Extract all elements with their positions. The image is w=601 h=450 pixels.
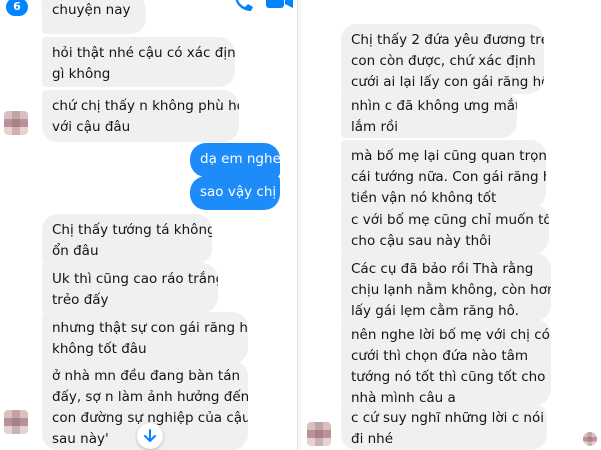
message-bubble: Các cụ đã bảo rồi Thà rằng chịu lạnh nằm…	[341, 253, 551, 321]
message-bubble: mà bố mẹ lại cũng quan trọng cái tướng n…	[341, 140, 546, 208]
contact-avatar	[4, 111, 28, 135]
unread-badge[interactable]: 6	[6, 0, 28, 16]
message-bubble: nhìn c đã không ưng mắt lắm rồi	[341, 90, 517, 138]
arrow-down-icon	[143, 429, 157, 443]
message-bubble-sent: dạ em nghe	[190, 143, 280, 177]
message-bubble: nhưng thật sự con gái răng hô không tốt …	[42, 312, 248, 364]
contact-avatar	[4, 410, 28, 434]
video-camera-icon[interactable]	[266, 0, 294, 10]
phone-icon[interactable]	[232, 0, 254, 12]
scroll-to-bottom-button[interactable]	[137, 423, 163, 449]
message-bubble: chuyện nay	[42, 0, 146, 34]
message-bubble: hỏi thật nhé cậu có xác định gì không	[42, 37, 235, 87]
message-bubble: chứ chị thấy n không phù hợp với cậu đâu	[42, 90, 239, 142]
message-bubble-sent: sao vậy chị	[190, 176, 280, 210]
right-chat-screenshot: Chị thấy 2 đứa yêu đương trẻ con còn đượ…	[301, 0, 601, 450]
message-bubble: c cứ suy nghĩ những lời c nói đi nhé	[341, 402, 547, 450]
seen-avatar	[583, 432, 597, 446]
contact-avatar	[307, 422, 331, 446]
message-bubble: Chị thấy 2 đứa yêu đương trẻ con còn đượ…	[341, 24, 544, 94]
message-bubble: Chị thấy tướng tá không ổn đâu	[42, 214, 212, 264]
message-bubble: Uk thì cũng cao ráo trắng trẻo đấy	[42, 263, 218, 313]
left-chat-screenshot: 6 chuyện nay hỏi thật nhé cậu có xác địn…	[0, 0, 297, 450]
message-bubble: c với bố mẹ cũng chỉ muốn tốt cho cậu sa…	[341, 204, 549, 254]
message-bubble: nên nghe lời bố mẹ với chị có cưới thì c…	[341, 319, 551, 405]
